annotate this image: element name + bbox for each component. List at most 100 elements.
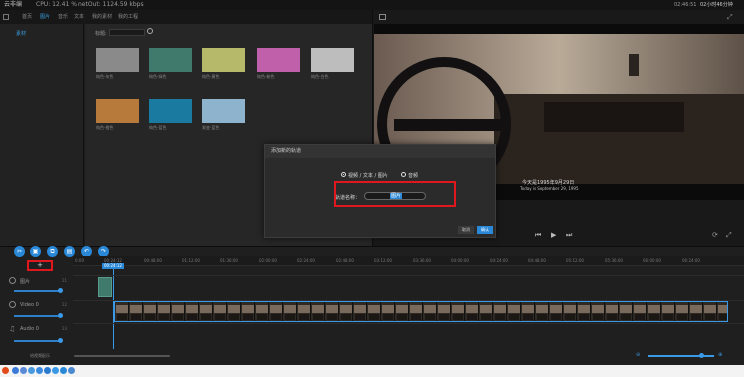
menu-music[interactable]: 音乐	[58, 10, 68, 24]
ruler-label: 06:24:00	[682, 258, 700, 263]
track-divider	[73, 275, 744, 276]
dialog-title: 添加新的轨道	[265, 145, 495, 158]
clock: 02:46:51	[674, 2, 697, 8]
menu-home[interactable]: 首页	[22, 10, 32, 24]
cpu-readout: CPU: 12.41 %	[36, 1, 77, 8]
net-readout: netOut: 1124.59 kbps	[78, 1, 144, 8]
menu-my-projects[interactable]: 我的工程	[118, 10, 138, 24]
add-track-dialog: 添加新的轨道 视频 / 文本 / 图片 音频 轨道名称： 图片 取消 确认	[264, 144, 496, 238]
delete-icon[interactable]: ▣	[30, 246, 41, 257]
track-volume-slider[interactable]	[14, 315, 62, 317]
footer-label: 给视频配乐	[30, 353, 50, 358]
category-item[interactable]: 素材	[16, 30, 26, 37]
user-icon[interactable]	[52, 367, 59, 374]
menu-bar: 首页 图片 音乐 文本 我的素材 我的工程	[0, 10, 372, 24]
settings-icon[interactable]	[28, 367, 35, 374]
tile-label: 渐变-蓝色	[202, 125, 220, 130]
slider-knob[interactable]	[58, 338, 63, 343]
ruler-label: 04:48:00	[528, 258, 546, 263]
track-name-audio: Audio 0	[20, 326, 39, 332]
cn-icon[interactable]	[12, 367, 19, 374]
highlight-box	[334, 181, 456, 207]
tile-label: 纯色-白色	[311, 74, 329, 79]
prev-frame-icon[interactable]: ⏮	[535, 231, 541, 240]
timeline-scrollbar[interactable]	[74, 355, 170, 357]
ruler-label: 03:12:00	[374, 258, 392, 263]
add-track-button[interactable]: +	[27, 260, 53, 271]
track-divider	[73, 323, 744, 324]
play-icon[interactable]: ▶	[551, 231, 556, 239]
radio-audio[interactable]	[401, 172, 406, 177]
cancel-button[interactable]: 取消	[458, 226, 474, 234]
zoom-in-icon[interactable]: ⊕	[718, 352, 722, 358]
tile-label: 纯色-粉色	[257, 74, 275, 79]
image-clip[interactable]	[98, 277, 112, 297]
slider-knob[interactable]	[58, 313, 63, 318]
zoom-out-icon[interactable]: ⊖	[636, 352, 640, 358]
title-bar: 云非编 CPU: 12.41 % netOut: 1124.59 kbps 02…	[0, 0, 744, 10]
ruler-label: 05:36:00	[605, 258, 623, 263]
zoom-knob[interactable]	[699, 353, 704, 358]
moon-icon[interactable]	[20, 367, 27, 374]
tile-pink[interactable]	[257, 48, 300, 72]
next-frame-icon[interactable]: ⏭	[566, 231, 572, 240]
track-count: 21	[62, 278, 68, 283]
slider-knob[interactable]	[58, 288, 63, 293]
track-count: 22	[62, 302, 68, 307]
track-eye-icon[interactable]	[9, 301, 16, 308]
ruler-label: 01:36:00	[220, 258, 238, 263]
music-note-icon: ♫	[9, 325, 16, 333]
menu-text[interactable]: 文本	[74, 10, 84, 24]
radio-label-video: 视频 / 文本 / 图片	[348, 173, 388, 179]
keyboard-icon[interactable]	[44, 367, 51, 374]
ruler-label: 04:24:00	[490, 258, 508, 263]
ruler-label: 02:24:00	[297, 258, 315, 263]
mic-icon[interactable]	[36, 367, 43, 374]
menu-my-assets[interactable]: 我的素材	[92, 10, 112, 24]
subtitle-cn: 今天是1995年9月29日	[522, 180, 575, 186]
sogou-icon[interactable]	[2, 367, 9, 374]
search-icon[interactable]	[147, 28, 153, 34]
video-clip[interactable]	[114, 301, 728, 322]
ruler-label: 04:00:00	[451, 258, 469, 263]
track-name-images: 图片	[20, 279, 31, 285]
track-volume-slider[interactable]	[14, 290, 62, 292]
shirt-icon[interactable]	[60, 367, 67, 374]
tile-label: 纯色-蓝色	[149, 125, 167, 130]
track-count: 23	[62, 326, 68, 331]
ruler-label: 01:12:00	[182, 258, 200, 263]
copy-icon[interactable]: ⧉	[47, 246, 58, 257]
tile-label: 纯色-橙色	[96, 125, 114, 130]
ruler-label: 03:36:00	[413, 258, 431, 263]
track-volume-slider[interactable]	[14, 340, 62, 342]
tile-blue[interactable]	[149, 99, 192, 123]
tile-yellow[interactable]	[202, 48, 245, 72]
ruler-label: 02:48:00	[336, 258, 354, 263]
app-title: 云非编	[4, 1, 23, 8]
tile-green[interactable]	[149, 48, 192, 72]
tile-label: 纯色-灰色	[96, 74, 114, 79]
menu-images[interactable]: 图片	[40, 10, 50, 24]
tile-white[interactable]	[311, 48, 354, 72]
zoom-slider[interactable]	[648, 355, 714, 357]
track-eye-icon[interactable]	[9, 277, 16, 284]
loop-icon[interactable]: ⟳	[712, 231, 718, 239]
subtitle-en: Today is September 29, 1995	[520, 186, 579, 191]
search-label: 标题:	[95, 31, 107, 37]
search-input[interactable]	[109, 29, 145, 36]
track-name-video: Video 0	[20, 302, 39, 308]
fullscreen-icon[interactable]: ⤢	[727, 13, 733, 22]
cut-icon[interactable]: ✂	[14, 246, 25, 257]
video-clip-thumbnails	[115, 302, 727, 321]
radio-label-audio: 音频	[408, 173, 419, 179]
snapshot-icon[interactable]	[379, 14, 386, 20]
tile-gradient-blue[interactable]	[202, 99, 245, 123]
ruler-label: 05:12:00	[566, 258, 584, 263]
tile-orange[interactable]	[96, 99, 139, 123]
confirm-button[interactable]: 确认	[477, 226, 493, 234]
radio-video-text-image[interactable]	[341, 172, 346, 177]
grid-icon[interactable]	[68, 367, 75, 374]
ruler-label: 00:48:00	[144, 258, 162, 263]
tile-gray[interactable]	[96, 48, 139, 72]
expand-icon[interactable]: ⤢	[726, 231, 732, 240]
